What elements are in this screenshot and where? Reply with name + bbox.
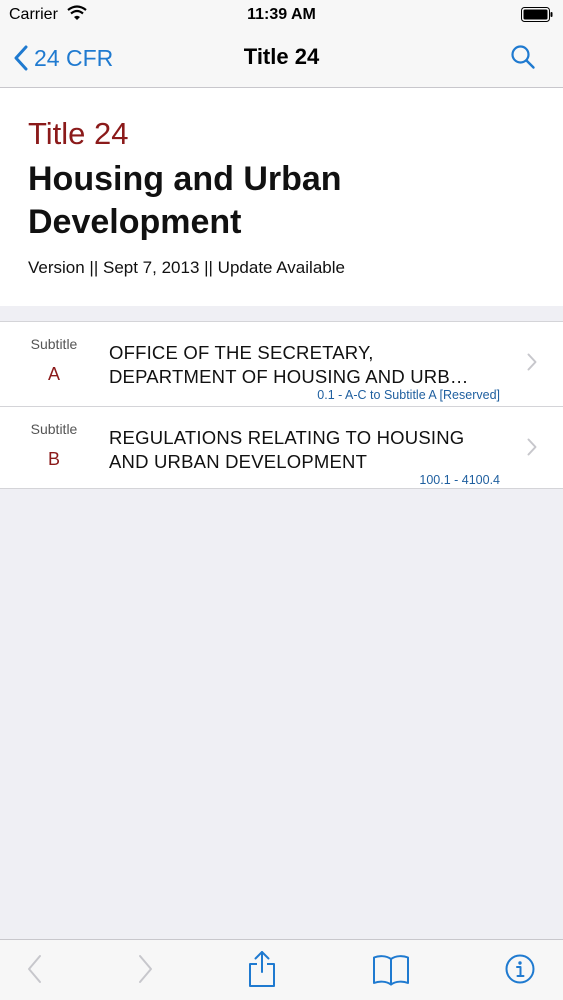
subtitle-title-line: AND URBAN DEVELOPMENT <box>109 451 368 472</box>
subtitle-title-line: DEPARTMENT OF HOUSING AND URB… <box>109 366 469 387</box>
title-name: Housing and Urban Development <box>28 160 342 241</box>
subtitle-title: OFFICE OF THE SECRETARY, DEPARTMENT OF H… <box>109 341 509 389</box>
subtitle-title: REGULATIONS RELATING TO HOUSING AND URBA… <box>109 426 509 474</box>
search-button[interactable] <box>510 44 536 75</box>
share-button[interactable] <box>248 950 276 993</box>
subtitle-list: Subtitle A OFFICE OF THE SECRETARY, DEPA… <box>0 321 563 489</box>
subtitle-letter: B <box>47 449 60 469</box>
status-time: 11:39 AM <box>247 6 316 23</box>
subtitle-range: 0.1 - A-C to Subtitle A [Reserved] <box>317 388 500 402</box>
subtitle-row-a[interactable]: Subtitle A OFFICE OF THE SECRETARY, DEPA… <box>0 322 563 406</box>
subtitle-range: 100.1 - 4100.4 <box>419 473 500 487</box>
title-header: Title 24 Housing and Urban Development V… <box>0 88 563 306</box>
navigation-bar: 24 CFR Title 24 <box>0 30 563 88</box>
version-line: Version || Sept 7, 2013 || Update Availa… <box>28 258 345 277</box>
subtitle-row-b[interactable]: Subtitle B REGULATIONS RELATING TO HOUSI… <box>0 406 563 490</box>
subtitle-letter: A <box>47 364 60 384</box>
back-page-button[interactable] <box>26 954 42 989</box>
nav-title: Title 24 <box>243 44 320 69</box>
info-icon <box>505 954 535 984</box>
share-icon <box>249 951 275 987</box>
subtitle-label: Subtitle <box>30 336 78 352</box>
subtitle-title-line: OFFICE OF THE SECRETARY, <box>109 342 374 363</box>
forward-arrow-icon <box>139 955 152 983</box>
title-number: Title 24 <box>28 116 129 151</box>
info-button[interactable] <box>505 954 535 989</box>
book-icon <box>373 955 409 986</box>
bookmarks-button[interactable] <box>372 954 410 991</box>
back-arrow-icon <box>28 955 41 983</box>
chevron-right-icon <box>527 353 537 371</box>
status-bar: Carrier 11:39 AM <box>0 0 563 30</box>
chevron-right-icon <box>527 438 537 456</box>
forward-page-button[interactable] <box>138 954 154 989</box>
bottom-toolbar <box>0 939 563 1000</box>
subtitle-title-line: REGULATIONS RELATING TO HOUSING <box>109 427 465 448</box>
battery-icon <box>521 7 553 22</box>
search-icon <box>511 45 535 69</box>
subtitle-label: Subtitle <box>30 421 78 437</box>
